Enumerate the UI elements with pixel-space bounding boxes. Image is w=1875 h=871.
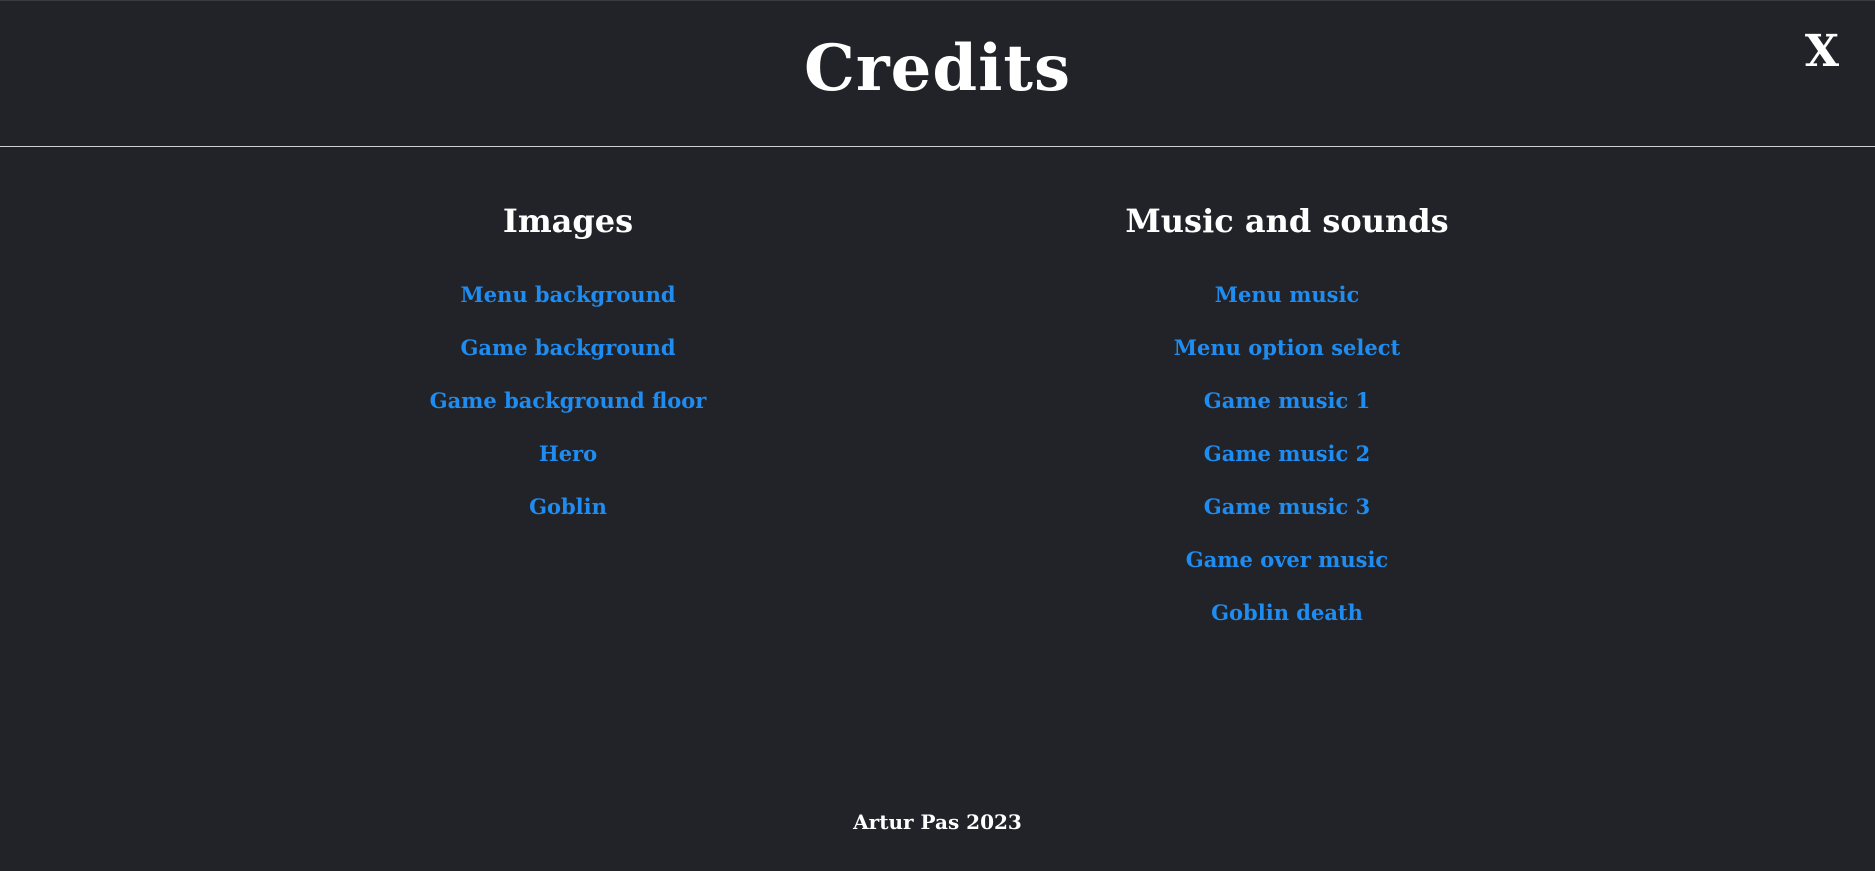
images-link-list: Menu background Game background Game bac…: [368, 275, 768, 540]
list-item: Menu background: [368, 275, 768, 328]
credits-page: Credits X Images Menu background Game ba…: [0, 0, 1875, 871]
credit-link-goblin-death[interactable]: Goblin death: [1211, 600, 1363, 625]
list-item: Menu option select: [1087, 328, 1487, 381]
list-item: Game music 2: [1087, 434, 1487, 487]
credit-link-menu-background[interactable]: Menu background: [460, 282, 675, 307]
images-column: Images Menu background Game background G…: [368, 197, 768, 540]
list-item: Game music 3: [1087, 487, 1487, 540]
list-item: Hero: [368, 434, 768, 487]
music-heading: Music and sounds: [1125, 202, 1449, 240]
credit-link-hero[interactable]: Hero: [539, 441, 597, 466]
images-heading: Images: [502, 202, 634, 240]
list-item: Game over music: [1087, 540, 1487, 593]
list-item: Game music 1: [1087, 381, 1487, 434]
close-icon[interactable]: X: [1805, 27, 1839, 77]
list-item: Menu music: [1087, 275, 1487, 328]
close-button[interactable]: X: [1797, 27, 1847, 77]
credit-link-game-over-music[interactable]: Game over music: [1186, 547, 1388, 572]
credit-link-game-music-3[interactable]: Game music 3: [1204, 494, 1370, 519]
credits-header: Credits X: [0, 1, 1875, 147]
credit-link-game-background[interactable]: Game background: [460, 335, 675, 360]
credit-link-menu-music[interactable]: Menu music: [1215, 282, 1360, 307]
footer-credit: Artur Pas 2023: [853, 810, 1022, 834]
music-link-list: Menu music Menu option select Game music…: [1087, 275, 1487, 646]
list-item: Game background floor: [368, 381, 768, 434]
credit-link-menu-option-select[interactable]: Menu option select: [1174, 335, 1400, 360]
list-item: Goblin death: [1087, 593, 1487, 646]
list-item: Game background: [368, 328, 768, 381]
page-title: Credits: [803, 31, 1072, 106]
music-column: Music and sounds Menu music Menu option …: [1087, 197, 1487, 646]
credit-link-game-music-1[interactable]: Game music 1: [1204, 388, 1370, 413]
list-item: Goblin: [368, 487, 768, 540]
credit-link-game-music-2[interactable]: Game music 2: [1204, 441, 1370, 466]
credit-link-game-background-floor[interactable]: Game background floor: [430, 388, 707, 413]
credit-link-goblin[interactable]: Goblin: [529, 494, 607, 519]
